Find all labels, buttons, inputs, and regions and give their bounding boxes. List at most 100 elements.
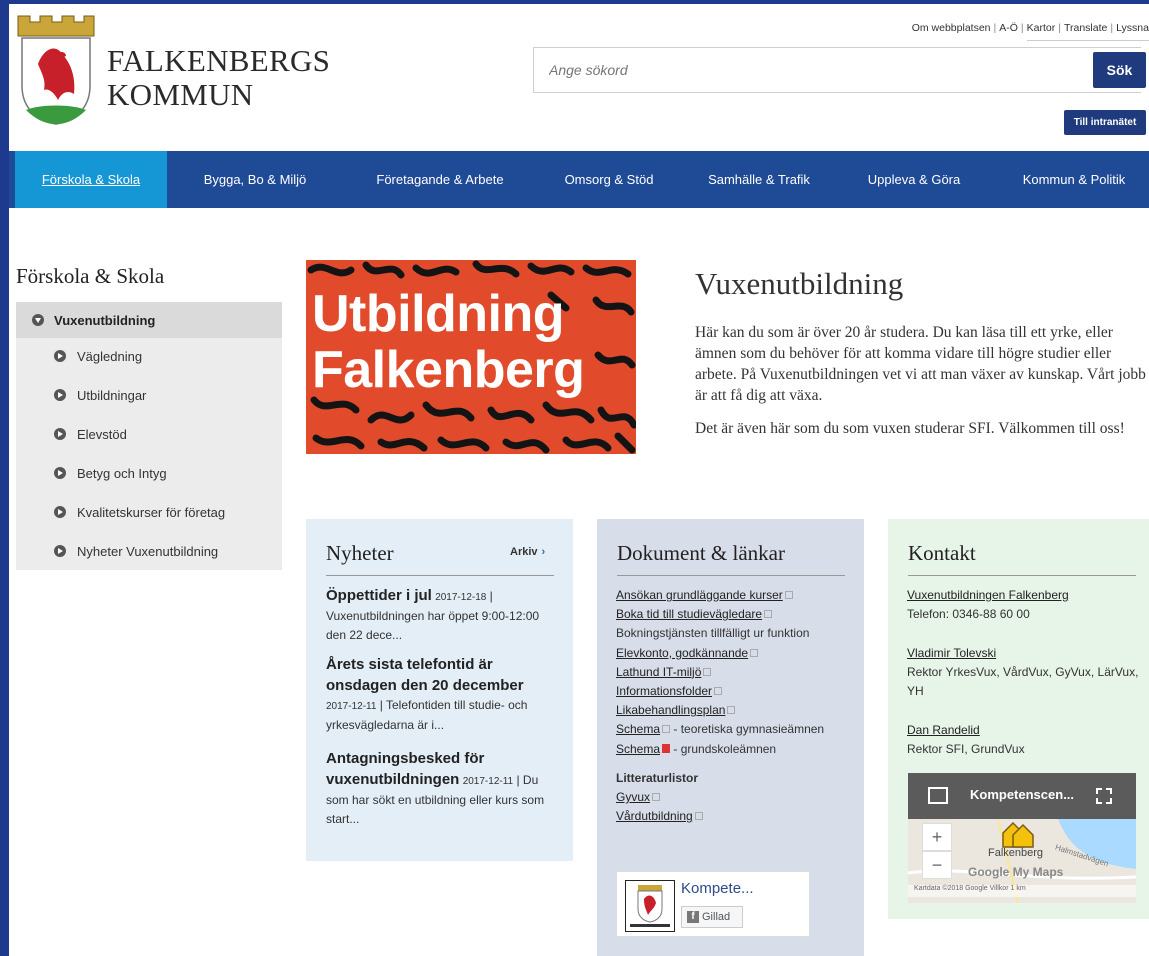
link-a-o[interactable]: A-Ö	[999, 22, 1018, 34]
chevron-right-icon	[54, 506, 66, 518]
site-brand[interactable]: FALKENBERGS KOMMUN	[107, 44, 330, 112]
sidebar-item-label: Utbildningar	[77, 388, 147, 403]
intro-paragraph-1: Här kan du som är över 20 år studera. Du…	[695, 324, 1146, 404]
news-item[interactable]: Antagningsbesked för vuxenutbildningen 2…	[326, 748, 561, 829]
link-person-2[interactable]: Dan Randelid	[907, 723, 980, 737]
sidebar-item-utbildningar[interactable]: Utbildningar	[16, 380, 282, 410]
zoom-in-button[interactable]: +	[922, 823, 952, 851]
search-field[interactable]	[533, 47, 1141, 93]
sidebar-item-label: Betyg och Intyg	[77, 466, 167, 481]
sidebar-toggle-icon[interactable]	[928, 787, 948, 804]
link-gyvux[interactable]: Gyvux	[616, 790, 650, 804]
news-item-date: 2017-12-18	[435, 592, 487, 603]
documents-card: Dokument & länkar Ansökan grundläggande …	[597, 519, 864, 956]
archive-link[interactable]: Arkiv ›	[510, 546, 545, 558]
link-ansokan[interactable]: Ansökan grundläggande kurser	[616, 588, 783, 602]
window-frame-left	[0, 0, 9, 956]
contact-org: Vuxenutbildningen Falkenberg Telefon: 03…	[907, 586, 1142, 624]
facebook-page-name[interactable]: Kompete...	[681, 880, 754, 897]
link-person-1[interactable]: Vladimir Tolevski	[907, 646, 996, 660]
news-item-title[interactable]: Antagningsbesked för vuxenutbildningen	[326, 750, 484, 788]
coat-of-arms-logo[interactable]	[16, 14, 96, 126]
intro-text: Här kan du som är över 20 år studera. Du…	[695, 322, 1149, 439]
literature-heading: Litteraturlistor	[616, 770, 699, 785]
search-input[interactable]	[534, 48, 1141, 92]
utility-divider	[1027, 40, 1149, 41]
link-translate[interactable]: Translate	[1064, 22, 1107, 34]
sidebar-item-kvalitetskurser[interactable]: Kvalitetskurser för företag	[16, 497, 282, 527]
link-informationsfolder[interactable]: Informationsfolder	[616, 684, 712, 698]
sidebar-item-betyg-intyg[interactable]: Betyg och Intyg	[16, 458, 282, 488]
news-item[interactable]: Öppettider i jul 2017-12-18 | Vuxenutbil…	[326, 585, 561, 645]
page-title: Vuxenutbildning	[695, 266, 904, 301]
external-link-icon	[662, 725, 671, 734]
person-role: Rektor YrkesVux, VårdVux, GyVux, LärVux,…	[907, 665, 1139, 699]
map-pin-icon[interactable]	[1001, 819, 1035, 849]
sidebar-item-vuxenutbildning[interactable]: Vuxenutbildning	[16, 302, 282, 338]
contact-phone: Telefon: 0346-88 60 00	[907, 607, 1030, 622]
external-link-icon	[714, 687, 723, 696]
contact-person: Dan Randelid Rektor SFI, GrundVux	[907, 721, 1142, 759]
link-about[interactable]: Om webbplatsen	[912, 22, 991, 34]
external-link-icon	[727, 706, 736, 715]
link-vardutbildning[interactable]: Vårdutbildning	[616, 809, 693, 823]
zoom-out-button[interactable]: −	[922, 851, 952, 879]
link-boka-tid[interactable]: Boka tid till studievägledare	[616, 607, 762, 621]
person-role: Rektor SFI, GrundVux	[907, 742, 1025, 757]
link-likabehandlingsplan[interactable]: Likabehandlingsplan	[616, 703, 725, 717]
embedded-map[interactable]: Kompetenscen... + − Falkenberg Halmstadv…	[908, 773, 1136, 903]
nav-item-samhalle-trafik[interactable]: Samhälle & Trafik	[694, 151, 824, 208]
external-link-icon	[750, 648, 759, 657]
pdf-icon	[662, 743, 671, 753]
sidebar-item-elevstod[interactable]: Elevstöd	[16, 419, 282, 449]
hero-line-2: Falkenberg	[312, 341, 585, 399]
nav-item-uppleva-gora[interactable]: Uppleva & Göra	[854, 151, 974, 208]
nav-item-kommun-politik[interactable]: Kommun & Politik	[1004, 151, 1144, 208]
chevron-right-icon	[54, 545, 66, 557]
divider	[908, 575, 1136, 576]
news-item-title[interactable]: Årets sista telefontid är onsdagen den 2…	[326, 656, 524, 694]
news-item[interactable]: Årets sista telefontid är onsdagen den 2…	[326, 654, 561, 735]
chevron-right-icon: ›	[541, 546, 546, 558]
search-button[interactable]: Sök	[1093, 52, 1146, 88]
fullscreen-icon[interactable]	[1096, 788, 1112, 804]
link-schema-gymnasie[interactable]: Schema	[616, 722, 660, 736]
external-link-icon	[764, 610, 773, 619]
chevron-right-icon	[54, 350, 66, 362]
sidebar-item-nyheter[interactable]: Nyheter Vuxenutbildning	[16, 536, 282, 566]
divider	[326, 575, 554, 576]
map-title[interactable]: Kompetenscen...	[970, 787, 1074, 802]
sidebar-menu: Vuxenutbildning Vägledning Utbildningar …	[16, 302, 282, 570]
contact-person: Vladimir Tolevski Rektor YrkesVux, VårdV…	[907, 644, 1142, 702]
link-maps[interactable]: Kartor	[1027, 22, 1056, 34]
external-link-icon	[652, 793, 661, 802]
nav-item-forskola-skola[interactable]: Förskola & Skola	[15, 151, 167, 208]
link-lathund[interactable]: Lathund IT-miljö	[616, 665, 701, 679]
news-item-date: 2017-12-11	[326, 701, 377, 712]
external-link-icon	[703, 667, 712, 676]
sidebar-item-vagledning[interactable]: Vägledning	[16, 341, 282, 371]
main-nav: Förskola & Skola Bygga, Bo & Miljö Föret…	[9, 151, 1149, 208]
chevron-right-icon	[54, 389, 66, 401]
link-listen[interactable]: Lyssna	[1116, 22, 1149, 34]
like-button[interactable]: Gillad	[681, 906, 743, 928]
map-attribution: Kartdata ©2018 Google Villkor 1 km	[908, 885, 1136, 897]
window-frame-top	[0, 0, 1149, 4]
nav-item-foretagande-arbete[interactable]: Företagande & Arbete	[355, 151, 525, 208]
schema-note: - teoretiska gymnasieämnen	[670, 722, 825, 737]
page-thumbnail[interactable]	[625, 880, 675, 932]
documents-list: Ansökan grundläggande kurser Boka tid ti…	[616, 586, 856, 826]
link-schema-grundskole[interactable]: Schema	[616, 742, 660, 756]
hero-banner: Utbildning Falkenberg	[306, 260, 636, 454]
nav-item-bygga-bo-miljo[interactable]: Bygga, Bo & Miljö	[185, 151, 325, 208]
external-link-icon	[784, 591, 793, 599]
link-org[interactable]: Vuxenutbildningen Falkenberg	[907, 588, 1069, 602]
link-elevkonto[interactable]: Elevkonto, godkännande	[616, 646, 748, 660]
schema-note: - grundskoleämnen	[670, 741, 777, 756]
intranet-button[interactable]: Till intranätet	[1064, 110, 1146, 135]
map-header: Kompetenscen...	[908, 773, 1136, 819]
nav-item-omsorg-stod[interactable]: Omsorg & Stöd	[554, 151, 664, 208]
contact-card: Kontakt Vuxenutbildningen Falkenberg Tel…	[888, 519, 1149, 919]
utility-links: Om webbplatsen | A-Ö | Kartor | Translate | Lyss…	[911, 22, 1149, 34]
news-item-title[interactable]: Öppettider i jul	[326, 587, 432, 604]
